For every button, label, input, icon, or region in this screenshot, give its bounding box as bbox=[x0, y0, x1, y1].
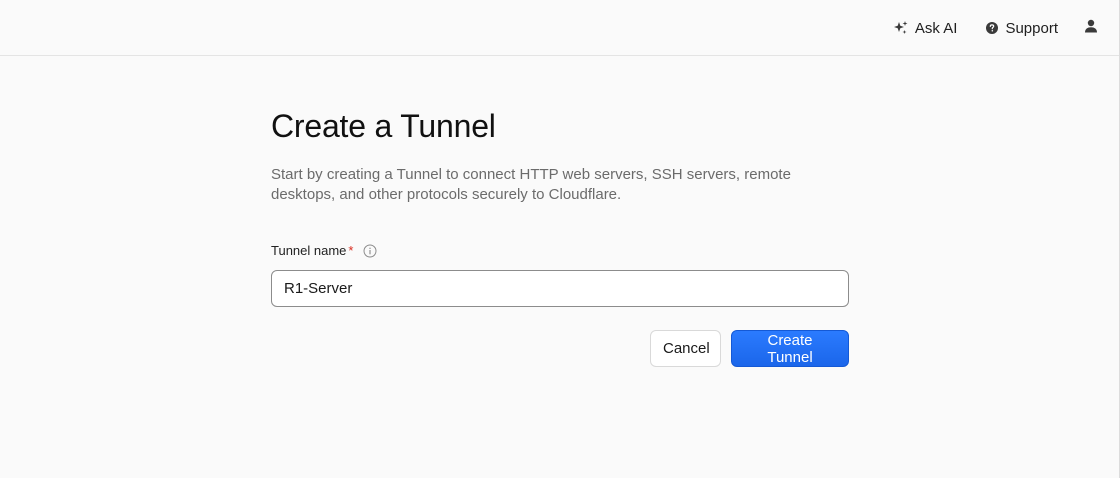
create-tunnel-form: Create a Tunnel Start by creating a Tunn… bbox=[271, 96, 849, 367]
info-icon[interactable] bbox=[363, 244, 377, 258]
page-title: Create a Tunnel bbox=[271, 108, 496, 144]
ask-ai-label: Ask AI bbox=[914, 19, 958, 37]
support-label: Support bbox=[1005, 19, 1058, 37]
help-circle-icon bbox=[985, 21, 999, 35]
cancel-button[interactable]: Cancel bbox=[650, 330, 721, 367]
support-button[interactable]: Support bbox=[985, 20, 1058, 37]
page-description: Start by creating a Tunnel to connect HT… bbox=[271, 166, 791, 203]
top-bar: Ask AI Support bbox=[0, 0, 1120, 56]
topbar-actions: Ask AI Support bbox=[865, 0, 1098, 56]
user-icon bbox=[1084, 19, 1098, 38]
tunnel-name-input[interactable] bbox=[271, 270, 849, 307]
ask-ai-button[interactable]: Ask AI bbox=[893, 19, 958, 37]
tunnel-name-label-row: Tunnel name * bbox=[271, 243, 849, 258]
create-tunnel-button[interactable]: Create Tunnel bbox=[731, 330, 849, 367]
required-marker: * bbox=[348, 243, 354, 258]
user-menu-button[interactable] bbox=[1084, 19, 1098, 38]
sparkle-icon bbox=[893, 20, 909, 36]
form-actions: Cancel Create Tunnel bbox=[271, 330, 849, 367]
tunnel-name-label: Tunnel name bbox=[271, 243, 347, 258]
